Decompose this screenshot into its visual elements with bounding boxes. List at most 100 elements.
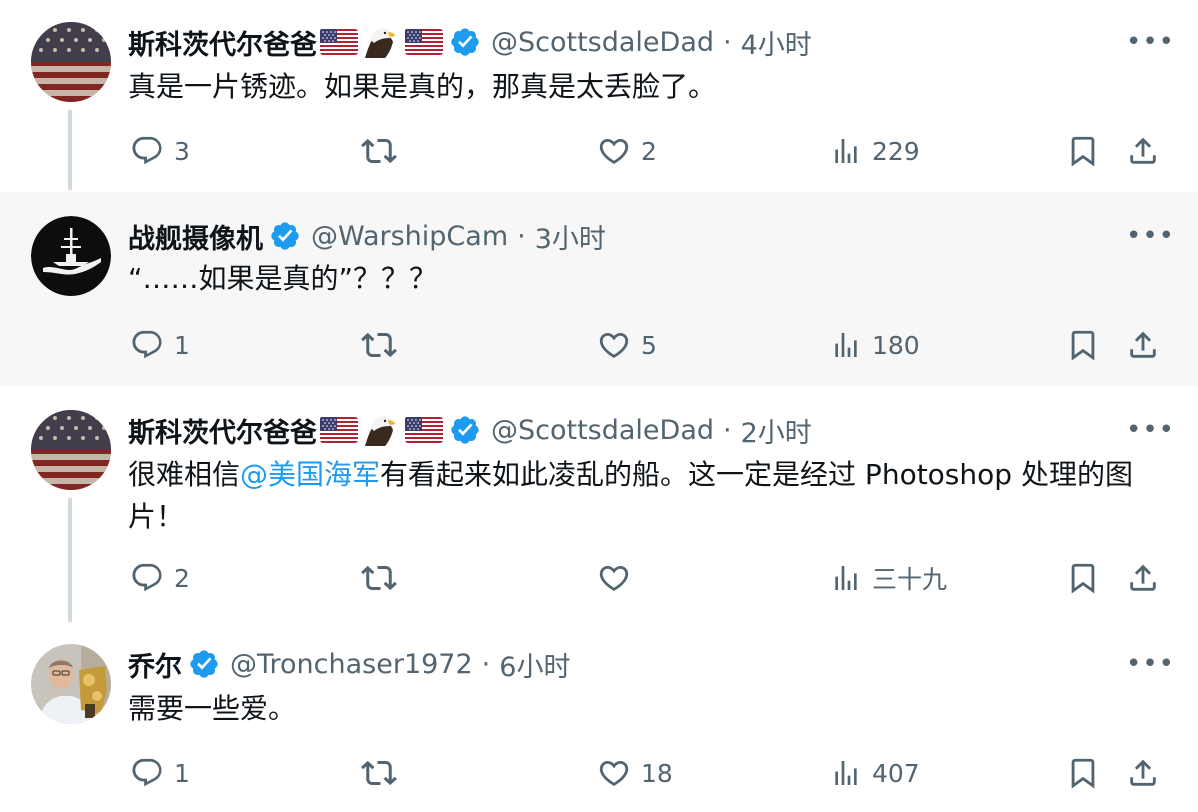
- view-count: 229: [872, 136, 920, 166]
- verified-badge-icon: [449, 26, 481, 58]
- like-count: 18: [641, 758, 673, 788]
- reply-thread: 斯科茨代尔爸爸 @ScottsdaleDad · 4小时 ••• 真是一片锈迹。…: [0, 0, 1198, 812]
- action-bar: 1 5 180: [0, 325, 1198, 365]
- separator-dot: ·: [517, 220, 526, 252]
- tweet[interactable]: 斯科茨代尔爸爸 @ScottsdaleDad · 2小时 ••• 很难相信@美国…: [0, 386, 1198, 622]
- tweet-text: 需要一些爱。: [128, 692, 297, 725]
- like-count: 2: [641, 136, 657, 166]
- retweet-icon: [361, 755, 397, 791]
- avatar-us-flag[interactable]: [31, 410, 111, 490]
- views-button[interactable]: 229: [830, 131, 920, 171]
- action-bar: 1 18 407: [0, 753, 1198, 793]
- display-name[interactable]: 战舰摄像机: [128, 217, 263, 256]
- tweet[interactable]: 战舰摄像机 @WarshipCam · 3小时 ••• “……如果是真的”？？？…: [0, 192, 1198, 386]
- like-button[interactable]: 5: [597, 325, 657, 365]
- timestamp[interactable]: 2小时: [741, 411, 812, 450]
- avatar-user-photo[interactable]: [31, 644, 111, 724]
- user-handle[interactable]: @ScottsdaleDad: [491, 415, 714, 446]
- heart-icon: [597, 134, 631, 168]
- retweet-button[interactable]: [361, 131, 407, 171]
- display-name[interactable]: 斯科茨代尔爸爸: [128, 411, 317, 450]
- us-flag-icon: [405, 417, 443, 443]
- avatar-warship-logo[interactable]: [31, 216, 111, 296]
- avatar-us-flag[interactable]: [31, 22, 111, 102]
- tweet-header: 斯科茨代尔爸爸 @ScottsdaleDad · 2小时: [128, 408, 812, 452]
- retweet-button[interactable]: [361, 558, 407, 598]
- tweet[interactable]: 乔尔 @Tronchaser1972 · 6小时 ••• 需要一些爱。 1 18: [0, 622, 1198, 812]
- bookmark-icon: [1066, 328, 1100, 362]
- timestamp[interactable]: 6小时: [499, 645, 570, 684]
- separator-dot: ·: [723, 26, 732, 58]
- share-button[interactable]: [1126, 131, 1160, 171]
- us-flag-icon: [405, 29, 443, 55]
- share-upload-icon: [1126, 756, 1160, 790]
- heart-icon: [597, 328, 631, 362]
- views-bar-chart-icon: [830, 329, 862, 361]
- more-horizontal-icon[interactable]: •••: [1126, 29, 1175, 55]
- view-count: 三十九: [872, 565, 948, 594]
- reply-button[interactable]: 1: [130, 325, 190, 365]
- reply-bubble-icon: [130, 134, 164, 168]
- reply-button[interactable]: 2: [130, 558, 190, 598]
- display-name[interactable]: 斯科茨代尔爸爸: [128, 23, 317, 62]
- more-horizontal-icon[interactable]: •••: [1126, 223, 1175, 249]
- tweet-header: 斯科茨代尔爸爸 @ScottsdaleDad · 4小时: [128, 20, 812, 64]
- reply-button[interactable]: 1: [130, 753, 190, 793]
- bookmark-button[interactable]: [1066, 325, 1100, 365]
- retweet-button[interactable]: [361, 753, 407, 793]
- like-button[interactable]: 2: [597, 131, 657, 171]
- more-horizontal-icon[interactable]: •••: [1126, 651, 1175, 677]
- more-horizontal-icon[interactable]: •••: [1126, 417, 1175, 443]
- reply-count: 2: [174, 563, 190, 593]
- like-button[interactable]: [597, 558, 641, 598]
- share-upload-icon: [1126, 134, 1160, 168]
- display-name[interactable]: 乔尔: [128, 645, 182, 684]
- separator-dot: ·: [481, 648, 491, 680]
- bookmark-button[interactable]: [1066, 558, 1100, 598]
- heart-icon: [597, 561, 631, 595]
- tweet-text-part: 很难相信: [128, 458, 241, 491]
- user-handle[interactable]: @WarshipCam: [311, 221, 508, 252]
- heart-icon: [597, 756, 631, 790]
- bookmark-icon: [1066, 756, 1100, 790]
- verified-badge-icon: [449, 414, 481, 446]
- bookmark-button[interactable]: [1066, 753, 1100, 793]
- retweet-icon: [361, 327, 397, 363]
- timestamp[interactable]: 3小时: [535, 217, 606, 256]
- share-upload-icon: [1126, 328, 1160, 362]
- views-button[interactable]: 407: [830, 753, 920, 793]
- views-bar-chart-icon: [830, 562, 862, 594]
- reply-bubble-icon: [130, 328, 164, 362]
- timestamp[interactable]: 4小时: [741, 23, 812, 62]
- like-button[interactable]: 18: [597, 753, 673, 793]
- mention-link[interactable]: @美国海军: [240, 458, 380, 491]
- reply-count: 1: [174, 330, 190, 360]
- tweet[interactable]: 斯科茨代尔爸爸 @ScottsdaleDad · 4小时 ••• 真是一片锈迹。…: [0, 0, 1198, 192]
- bald-eagle-icon: [361, 412, 397, 448]
- bookmark-icon: [1066, 561, 1100, 595]
- tweet-header: 乔尔 @Tronchaser1972 · 6小时: [128, 642, 570, 686]
- action-bar: 2 三十九: [0, 558, 1198, 598]
- verified-badge-icon: [188, 648, 220, 680]
- views-button[interactable]: 三十九: [830, 558, 947, 598]
- view-count: 407: [872, 758, 920, 788]
- separator-dot: ·: [723, 414, 732, 446]
- reply-bubble-icon: [130, 756, 164, 790]
- share-button[interactable]: [1126, 753, 1160, 793]
- retweet-icon: [361, 133, 397, 169]
- views-bar-chart-icon: [830, 135, 862, 167]
- reply-count: 3: [174, 136, 190, 166]
- share-button[interactable]: [1126, 558, 1160, 598]
- verified-badge-icon: [269, 220, 301, 252]
- views-button[interactable]: 180: [830, 325, 920, 365]
- bookmark-button[interactable]: [1066, 131, 1100, 171]
- user-handle[interactable]: @ScottsdaleDad: [491, 27, 714, 58]
- view-count: 180: [872, 330, 920, 360]
- bookmark-icon: [1066, 134, 1100, 168]
- share-button[interactable]: [1126, 325, 1160, 365]
- user-handle[interactable]: @Tronchaser1972: [230, 649, 473, 680]
- reply-button[interactable]: 3: [130, 131, 190, 171]
- us-flag-icon: [320, 29, 358, 55]
- reply-bubble-icon: [130, 561, 164, 595]
- retweet-button[interactable]: [361, 325, 407, 365]
